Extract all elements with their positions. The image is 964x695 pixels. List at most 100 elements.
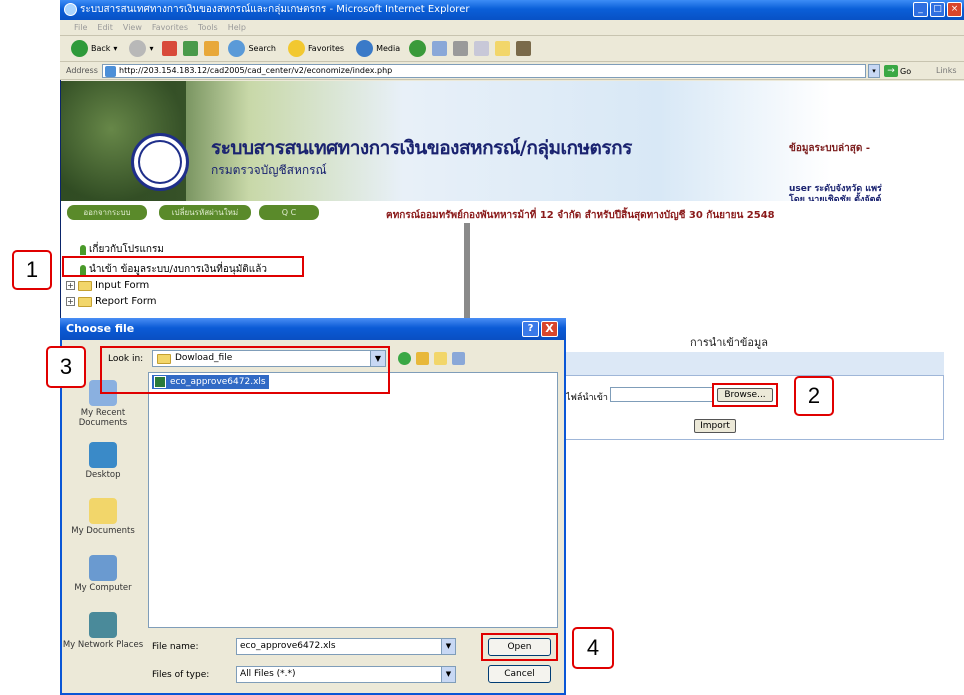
address-bar: Address http://203.154.183.12/cad2005/ca…	[60, 62, 964, 80]
edit-icon[interactable]	[474, 41, 490, 56]
import-button[interactable]: Import	[694, 419, 736, 433]
expand-icon[interactable]: +	[66, 297, 75, 306]
page-icon	[105, 66, 116, 77]
tree-item-report-form[interactable]: + Report Form	[66, 296, 157, 307]
media-icon	[356, 40, 374, 57]
menu-edit[interactable]: Edit	[97, 23, 113, 32]
refresh-icon[interactable]	[183, 41, 199, 56]
banner-margin	[916, 81, 964, 201]
address-dropdown-icon[interactable]: ▾	[868, 64, 880, 78]
callout-highlight-open	[481, 633, 558, 661]
back-label: Back	[91, 44, 111, 53]
file-type-value: All Files (*.*)	[240, 669, 296, 679]
media-button[interactable]: Media	[353, 38, 403, 59]
ie-logo-icon	[64, 3, 77, 16]
place-network[interactable]: My Network Places	[62, 612, 144, 650]
place-desktop[interactable]: Desktop	[62, 442, 144, 480]
import-file-input[interactable]	[610, 387, 713, 402]
menu-help[interactable]: Help	[228, 23, 246, 32]
tree-item-input-form[interactable]: + Input Form	[66, 280, 149, 291]
star-icon	[287, 40, 305, 57]
window-titlebar: ระบบสารสนเทศทางการเงินของสหกรณ์และกลุ่มเ…	[60, 0, 964, 20]
place-label: My Recent Documents	[78, 408, 128, 428]
help-icon[interactable]: ?	[522, 321, 539, 337]
place-label: My Documents	[71, 526, 135, 536]
maximize-icon[interactable]: □	[930, 2, 945, 17]
media-label: Media	[376, 44, 401, 53]
new-folder-icon[interactable]	[434, 352, 447, 365]
site-banner: ระบบสารสนเทศทางการเงินของสหกรณ์/กลุ่มเกษ…	[61, 81, 916, 201]
view-menu-icon[interactable]	[452, 352, 465, 365]
tree-item-about[interactable]: เกี่ยวกับโปรแกรม	[80, 242, 164, 257]
expand-icon[interactable]: +	[66, 281, 75, 290]
go-label: Go	[900, 66, 912, 76]
file-type-dropdown-icon[interactable]: ▼	[441, 667, 455, 682]
back-arrow-icon	[71, 40, 88, 57]
back-button[interactable]: Back ▾	[68, 38, 120, 59]
menu-favorites[interactable]: Favorites	[152, 23, 188, 32]
file-list[interactable]	[148, 372, 558, 628]
go-button[interactable]: → Go	[884, 64, 911, 78]
dialog-close-icon[interactable]: X	[541, 321, 558, 337]
file-name-value: eco_approve6472.xls	[240, 641, 336, 651]
latest-data-label: ข้อมูลระบบล่าสุด -	[789, 143, 870, 154]
callout-highlight-import	[62, 256, 304, 277]
nav-bar: ออกจากระบบ เปลี่ยนรหัสผ่านใหม่ Q C ฅทกรณ…	[61, 201, 964, 223]
site-title: ระบบสารสนเทศทางการเงินของสหกรณ์/กลุ่มเกษ…	[211, 137, 632, 159]
address-url: http://203.154.183.12/cad2005/cad_center…	[119, 66, 393, 75]
up-folder-icon[interactable]	[416, 352, 429, 365]
forward-arrow-icon	[129, 40, 147, 57]
step-number-4: 4	[572, 627, 614, 669]
go-arrow-icon: →	[884, 65, 898, 77]
minimize-icon[interactable]: _	[913, 2, 928, 17]
dialog-title: Choose file	[60, 318, 566, 340]
network-places-icon	[89, 612, 117, 638]
step-number-3: 3	[46, 346, 86, 388]
folder-icon	[78, 296, 92, 307]
place-label: My Network Places	[62, 640, 144, 650]
tab-change-password[interactable]: เปลี่ยนรหัสผ่านใหม่	[159, 205, 251, 220]
stop-icon[interactable]	[162, 41, 178, 56]
callout-highlight-browse	[712, 383, 778, 407]
menu-bar: File Edit View Favorites Tools Help	[60, 20, 964, 36]
my-documents-icon	[89, 498, 117, 524]
file-type-label: Files of type:	[152, 670, 210, 680]
links-button[interactable]: Links	[936, 66, 957, 75]
forward-button[interactable]: ▾	[126, 38, 156, 59]
tree-item-label: Input Form	[95, 280, 150, 291]
back-icon[interactable]	[398, 352, 411, 365]
department-seal-logo	[131, 133, 189, 191]
folder-icon[interactable]	[495, 41, 511, 56]
favorites-button[interactable]: Favorites	[285, 38, 347, 59]
close-icon[interactable]: ×	[947, 2, 962, 17]
mail-icon[interactable]	[432, 41, 448, 56]
callout-highlight-look-in	[100, 346, 390, 394]
site-subtitle: กรมตรวจบัญชีสหกรณ์	[211, 163, 327, 177]
folder-icon	[78, 280, 92, 291]
file-name-input[interactable]: eco_approve6472.xls ▼	[236, 638, 456, 655]
file-type-select[interactable]: All Files (*.*) ▼	[236, 666, 456, 683]
my-computer-icon	[89, 555, 117, 581]
address-input[interactable]: http://203.154.183.12/cad2005/cad_center…	[102, 64, 866, 78]
import-file-label: ไฟล์นำเข้า	[566, 393, 608, 403]
pin-icon	[80, 244, 86, 255]
menu-tools[interactable]: Tools	[198, 23, 218, 32]
place-label: My Computer	[74, 583, 132, 593]
favorites-label: Favorites	[307, 44, 345, 53]
menu-view[interactable]: View	[123, 23, 142, 32]
messenger-icon[interactable]	[516, 41, 532, 56]
tab-qc[interactable]: Q C	[259, 205, 319, 220]
home-icon[interactable]	[204, 41, 220, 56]
search-icon	[228, 40, 246, 57]
file-name-dropdown-icon[interactable]: ▼	[441, 639, 455, 654]
place-my-computer[interactable]: My Computer	[62, 555, 144, 593]
tab-logout[interactable]: ออกจากระบบ	[67, 205, 147, 220]
history-icon[interactable]	[409, 40, 427, 57]
place-my-documents[interactable]: My Documents	[62, 498, 144, 536]
cancel-button[interactable]: Cancel	[488, 665, 551, 683]
import-form-header	[563, 352, 944, 376]
menu-file[interactable]: File	[74, 23, 87, 32]
print-icon[interactable]	[453, 41, 469, 56]
search-button[interactable]: Search	[225, 38, 278, 59]
tree-item-label: Report Form	[95, 296, 157, 307]
